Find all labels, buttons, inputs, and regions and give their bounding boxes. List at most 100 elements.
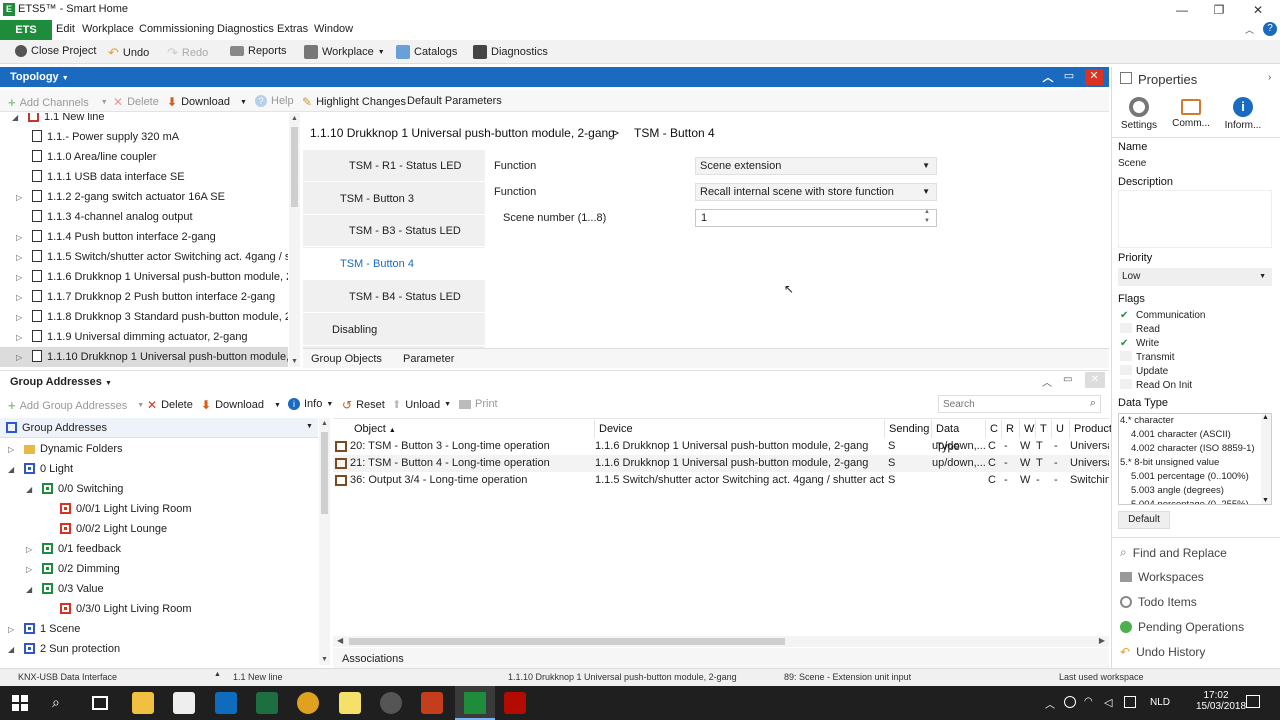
ga-tree-item[interactable]: ▷ 0/2 Dimming [0,559,318,579]
ga-tree-item[interactable]: ◢ 0 Light [0,459,318,479]
people-icon[interactable] [1064,696,1076,708]
flag-checkbox[interactable]: ✔ Communication [1120,309,1270,323]
collapse-arrow-icon[interactable]: ◢ [26,480,36,499]
datatype-item[interactable]: 4.* character [1119,414,1271,428]
chrome-icon[interactable] [297,692,319,714]
topology-tree-item[interactable]: ▷ 1.1.6 Drukknop 1 Universal push-button … [0,267,288,287]
delete-button[interactable]: ✕ Delete [113,95,159,109]
maximize-panel-icon[interactable]: ▭ [1060,69,1078,85]
ga-search-input[interactable] [939,396,1079,412]
close-panel-icon[interactable]: ✕ [1085,372,1105,388]
acrobat-icon[interactable] [504,692,526,714]
datatype-list[interactable]: 4.* character 4.001 character (ASCII) 4.00… [1118,413,1272,505]
sticky-notes-icon[interactable] [339,692,361,714]
volume-icon[interactable]: ◁ [1104,696,1112,709]
datatype-item[interactable]: 5.* 8-bit unsigned value [1119,456,1271,470]
task-view-icon[interactable] [92,696,108,710]
wifi-icon[interactable]: ◠ [1084,696,1093,707]
tab-parameter[interactable]: Parameter [403,353,454,365]
breadcrumb-device[interactable]: 1.1.10 Drukknop 1 Universal push-button … [310,126,615,140]
ga-tree-item[interactable]: ▷ 0/1 feedback [0,539,318,559]
collapse-arrow-icon[interactable]: ◢ [26,580,36,599]
table-row[interactable]: 20: TSM - Button 3 - Long-time operation… [333,438,1109,455]
ga-grid-hscrollbar[interactable]: ◀ ▶ [333,636,1109,647]
expand-arrow-icon[interactable]: ▷ [16,268,26,287]
col-device[interactable]: Device [595,420,885,438]
datatype-item[interactable]: 5.004 percentage (0..255%) [1119,498,1271,504]
tab-information[interactable]: i Inform... [1220,97,1266,135]
notifications-icon[interactable] [1246,695,1260,708]
workspaces-link[interactable]: Workspaces [1120,570,1204,584]
flag-checkbox[interactable]: Update [1120,365,1270,379]
topology-tree-item[interactable]: 1.1.3 4-channel analog output [0,207,288,227]
datatype-item[interactable]: 5.003 angle (degrees) [1119,484,1271,498]
chevron-down-icon[interactable]: ▼ [306,423,313,430]
topology-tree-item[interactable]: ▷ 1.1.2 2-gang switch actuator 16A SE [0,187,288,207]
download-button[interactable]: ⬇ Download ▼ [167,95,247,109]
topology-tree-item[interactable]: 1.1.0 Area/line coupler [0,147,288,167]
table-row[interactable]: 36: Output 3/4 - Long-time operation 1.1.… [333,472,1109,489]
outlook-icon[interactable] [215,692,237,714]
menu-window[interactable]: Window [314,23,353,35]
ga-download-button[interactable]: ⬇ Download ▼ [201,398,281,412]
param-tab[interactable]: TSM - B4 - Status LED [303,280,485,313]
redo-button[interactable]: ↷ Redo [167,45,208,61]
expand-arrow-icon[interactable]: ▷ [16,328,26,347]
col-datatype[interactable]: Data Type [932,420,986,453]
collapse-arrow-icon[interactable]: ◢ [8,460,18,479]
expand-arrow-icon[interactable]: ▷ [16,348,26,367]
chevron-up-icon[interactable]: ▲ [214,671,221,678]
close-panel-icon[interactable]: ✕ [1085,69,1103,85]
unload-button[interactable]: ⬆ Unload ▼ [392,398,451,412]
topology-tree-item[interactable]: 1.1.- Power supply 320 mA [0,127,288,147]
workplace-button[interactable]: Workplace ▼ [304,45,385,59]
col-u[interactable]: U [1052,420,1070,438]
topology-tree-item[interactable]: ▷ 1.1.5 Switch/shutter actor Switching ac… [0,247,288,267]
ga-tree-item[interactable]: ▷ 1 Scene [0,619,318,639]
diagnostics-button[interactable]: Diagnostics [473,45,548,59]
ga-search-box[interactable]: ⌕ [938,395,1101,413]
col-object[interactable]: Object ▲ [350,420,595,438]
param-tab[interactable]: Disabling [303,313,485,346]
ga-tree-item[interactable]: 0/0/2 Light Lounge [0,519,318,539]
catalogs-button[interactable]: Catalogs [396,45,457,59]
menu-diagnostics[interactable]: Diagnostics [217,23,274,35]
file-explorer-icon[interactable] [132,692,154,714]
help-button[interactable]: ? Help [255,95,294,107]
col-sending[interactable]: Sending [885,420,932,438]
expand-arrow-icon[interactable]: ▷ [16,228,26,247]
name-value[interactable]: Scene [1118,158,1146,169]
todo-items-link[interactable]: Todo Items [1120,595,1197,609]
language-indicator[interactable]: NLD [1150,697,1170,708]
undo-button[interactable]: ↶ Undo [108,45,149,61]
function-select-1[interactable]: Scene extension ▼ [695,157,937,175]
datatype-item[interactable]: 4.001 character (ASCII) [1119,428,1271,442]
close-project-button[interactable]: Close Project [15,45,96,57]
topology-title[interactable]: Topology ▼ [10,71,69,83]
param-tab[interactable]: TSM - B3 - Status LED [303,215,485,248]
tab-group-objects[interactable]: Group Objects [311,353,382,365]
topology-tree-item[interactable]: ▷ 1.1.8 Drukknop 3 Standard push-button m… [0,307,288,327]
col-t[interactable]: T [1036,420,1052,438]
clock[interactable]: 17:02 15/03/2018 [1196,690,1246,712]
description-input[interactable] [1118,190,1272,248]
highlight-changes-button[interactable]: ✎ Highlight Changes [302,95,406,109]
param-tab[interactable]: TSM - Button 3 [303,182,485,215]
expand-arrow-icon[interactable]: ▷ [26,560,36,579]
table-row[interactable]: 21: TSM - Button 4 - Long-time operation… [333,455,1109,472]
minimize-icon[interactable]: — [1162,0,1202,20]
find-replace-link[interactable]: ⌕ Find and Replace [1120,545,1227,560]
search-icon[interactable]: ⌕ [52,694,60,711]
ga-delete-button[interactable]: ✕ Delete [147,398,193,412]
expand-arrow-icon[interactable]: ▷ [16,188,26,207]
ga-tree-scrollbar[interactable]: ▲ ▼ [319,418,330,665]
datatype-item[interactable]: 4.002 character (ISO 8859-1) [1119,442,1271,456]
ga-tree-item[interactable]: 0/3/0 Light Living Room [0,599,318,619]
expand-arrow-icon[interactable]: ▷ [16,288,26,307]
col-product[interactable]: Product [1070,420,1112,438]
maximize-panel-icon[interactable]: ▭ [1063,374,1072,385]
ets-taskbar-button[interactable] [455,686,495,720]
info-button[interactable]: i Info ▼ [288,398,333,410]
flag-checkbox[interactable]: Read [1120,323,1270,337]
reports-button[interactable]: Reports [230,45,287,57]
